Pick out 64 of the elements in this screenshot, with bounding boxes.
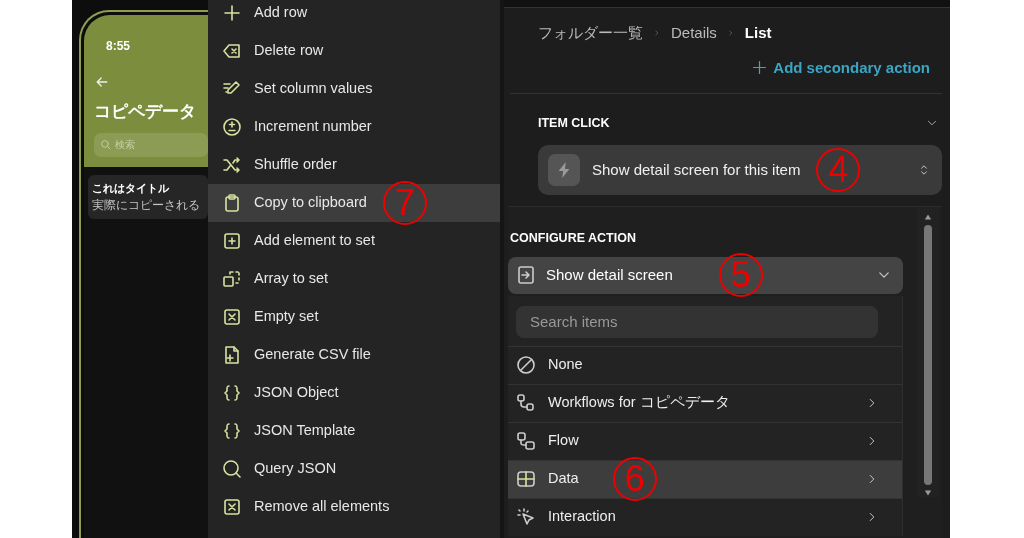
menu-item[interactable]: Generate CSV file xyxy=(208,336,500,374)
scrollbar-thumb[interactable] xyxy=(924,225,932,485)
section-heading: ITEM CLICK xyxy=(538,115,610,132)
list-card[interactable]: これはタイトル 実際にコピーされる xyxy=(88,174,208,219)
breadcrumb-item[interactable]: フォルダー一覧 xyxy=(538,22,643,45)
chevron-right-icon xyxy=(726,28,735,39)
annotation-number: 7 xyxy=(382,181,427,225)
flow-icon xyxy=(516,431,536,452)
no-entry-icon xyxy=(516,355,536,376)
plus-square-icon xyxy=(222,231,242,251)
braces-icon xyxy=(222,421,242,441)
shuffle-icon xyxy=(222,155,242,175)
dropdown-option[interactable]: None xyxy=(508,345,902,384)
menu-item[interactable]: Add row xyxy=(208,0,500,32)
plus-icon xyxy=(222,3,242,23)
cursor-icon xyxy=(516,507,536,528)
scroll-up-icon xyxy=(923,213,933,221)
dropdown-option[interactable]: Workflows for コピペデータ xyxy=(508,383,902,422)
menu-item[interactable]: JSON Object xyxy=(208,374,500,412)
menu-item[interactable]: Shuffle order xyxy=(208,146,500,184)
search-field[interactable]: Search items xyxy=(516,305,878,338)
breadcrumb-item[interactable]: Details xyxy=(671,22,717,45)
sort-icon xyxy=(918,162,930,177)
card-subtitle: 実際にコピーされる xyxy=(92,197,201,214)
x-square-icon xyxy=(222,497,242,517)
delete-icon xyxy=(222,41,242,61)
dropdown-option[interactable]: Data 6 xyxy=(508,459,902,498)
clipboard-icon xyxy=(222,193,242,213)
menu-item[interactable]: Copy to clipboard 7 xyxy=(208,184,500,222)
section-heading: CONFIGURE ACTION xyxy=(509,230,637,247)
x-square-icon xyxy=(222,307,242,327)
action-select[interactable]: Show detail screen for this item 4 xyxy=(538,144,942,195)
annotation-number: 6 xyxy=(612,457,657,502)
menu-item[interactable]: Set column values xyxy=(208,70,500,108)
menu-item[interactable]: Query JSON xyxy=(208,450,500,488)
enter-icon xyxy=(516,265,536,286)
table-icon xyxy=(516,469,536,490)
menu-item[interactable]: Add element to set xyxy=(208,222,500,260)
file-plus-icon xyxy=(222,345,242,365)
search-icon xyxy=(222,459,242,479)
workflow-icon xyxy=(516,393,536,414)
dropdown-option[interactable]: Interaction xyxy=(508,497,902,536)
action-select[interactable]: Show detail screen 5 xyxy=(508,256,903,294)
search-icon xyxy=(100,139,111,150)
annotation-number: 4 xyxy=(816,147,861,192)
plus-minus-icon xyxy=(222,117,242,137)
scroll-down-icon xyxy=(923,489,933,497)
squares-icon xyxy=(222,269,242,289)
menu-item[interactable]: Array to set xyxy=(208,260,500,298)
menu-item[interactable]: Increment number xyxy=(208,108,500,146)
chevron-right-icon xyxy=(653,28,661,39)
screen-title: コピペデータ xyxy=(94,101,196,123)
menu-item[interactable]: Empty set xyxy=(208,298,500,336)
lightning-icon xyxy=(548,153,580,186)
breadcrumb-item: List xyxy=(744,23,772,43)
plus-icon xyxy=(752,60,768,76)
status-time: 8:55 xyxy=(106,38,131,55)
card-title: これはタイトル xyxy=(92,180,170,196)
menu-item[interactable]: Remove all elements xyxy=(208,488,500,526)
dropdown-option[interactable]: Flow xyxy=(508,421,902,460)
braces-icon xyxy=(222,383,242,403)
menu-item[interactable]: JSON Template xyxy=(208,412,500,450)
add-action-link[interactable]: Add secondary action xyxy=(752,44,950,79)
menu-item[interactable]: Delete row xyxy=(208,32,500,70)
